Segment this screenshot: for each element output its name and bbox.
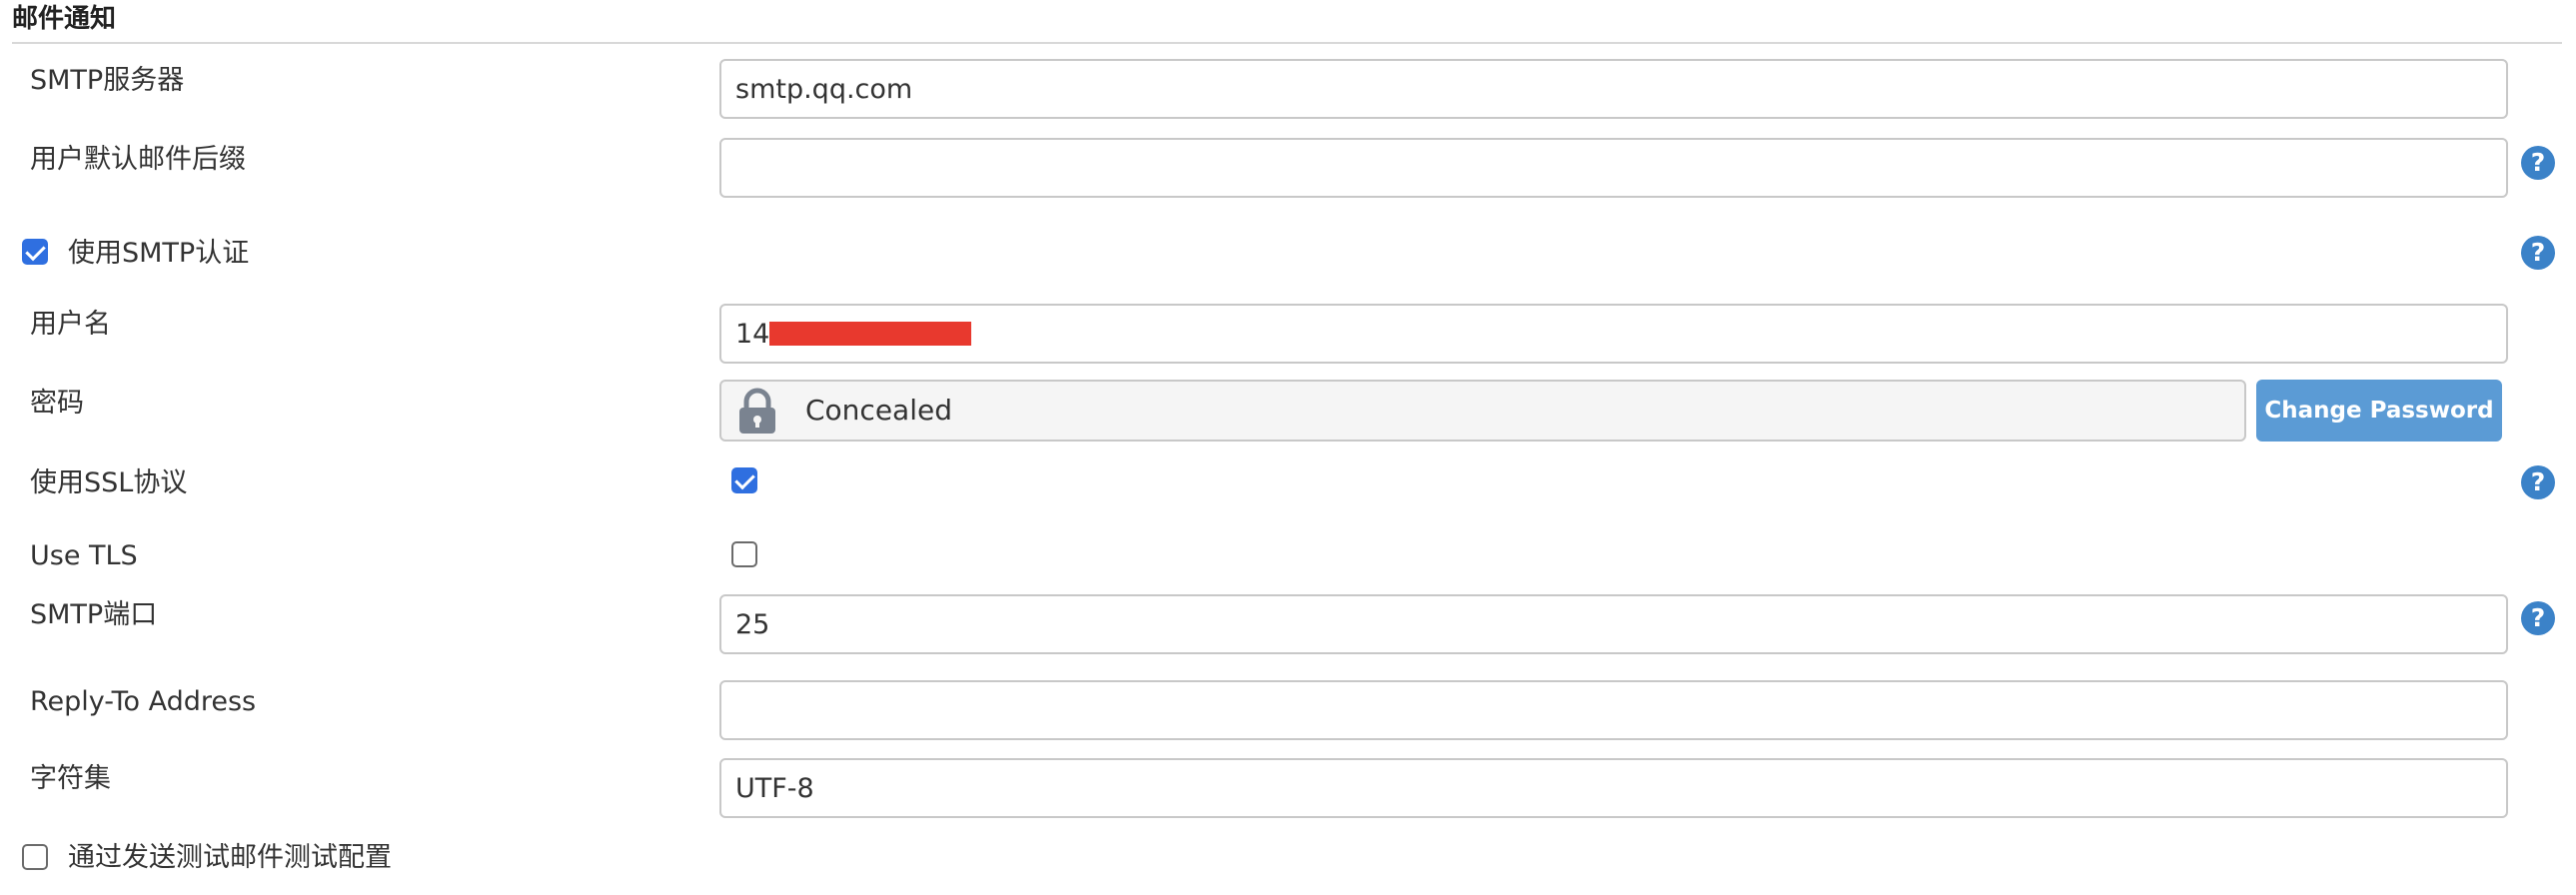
section-divider (12, 42, 2562, 44)
reply-to-label: Reply-To Address (30, 686, 257, 717)
help-icon[interactable]: ? (2521, 236, 2555, 270)
smtp-server-input[interactable] (719, 59, 2508, 119)
email-notification-panel: 邮件通知 SMTP服务器 用户默认邮件后缀 ? 使用SMTP认证 ? 用户名 密… (0, 0, 2576, 895)
help-icon[interactable]: ? (2521, 601, 2555, 635)
use-ssl-label: 使用SSL协议 (30, 467, 188, 498)
use-tls-checkbox[interactable] (731, 541, 757, 567)
username-input[interactable] (719, 304, 2508, 364)
change-password-button[interactable]: Change Password (2256, 380, 2502, 442)
reply-to-input[interactable] (719, 680, 2508, 740)
concealed-text: Concealed (805, 394, 952, 427)
charset-input[interactable] (719, 758, 2508, 818)
use-ssl-checkbox[interactable] (731, 467, 757, 493)
section-title: 邮件通知 (12, 4, 117, 34)
use-smtp-auth-label: 使用SMTP认证 (68, 238, 250, 269)
username-label: 用户名 (30, 309, 111, 340)
help-icon[interactable]: ? (2521, 146, 2555, 180)
use-smtp-auth-checkbox[interactable] (22, 239, 48, 265)
lock-icon (739, 388, 775, 434)
password-concealed-field[interactable]: Concealed (719, 380, 2246, 442)
smtp-port-label: SMTP端口 (30, 599, 158, 630)
charset-label: 字符集 (30, 763, 111, 794)
default-suffix-label: 用户默认邮件后缀 (30, 144, 246, 175)
use-tls-label: Use TLS (30, 540, 138, 571)
test-config-checkbox[interactable] (22, 844, 48, 870)
password-label: 密码 (30, 388, 84, 419)
smtp-server-label: SMTP服务器 (30, 65, 185, 96)
default-suffix-input[interactable] (719, 138, 2508, 198)
redaction-bar (769, 322, 971, 346)
test-config-label: 通过发送测试邮件测试配置 (68, 842, 392, 873)
help-icon[interactable]: ? (2521, 465, 2555, 499)
smtp-port-input[interactable] (719, 594, 2508, 654)
